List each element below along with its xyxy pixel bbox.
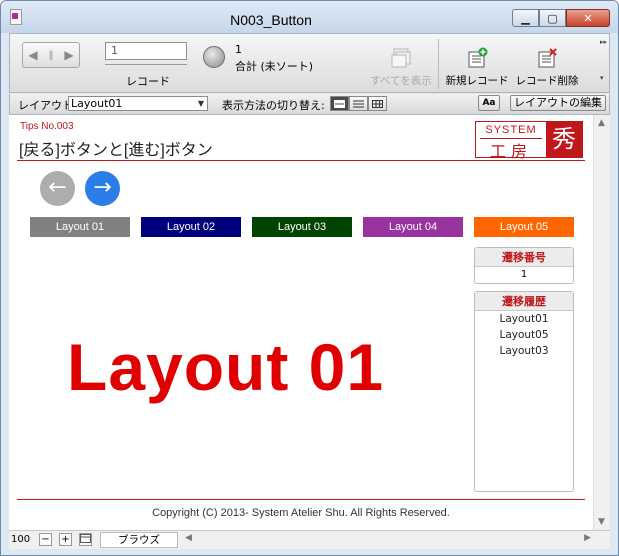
found-count: 1 bbox=[235, 43, 242, 56]
back-button[interactable]: ← bbox=[40, 171, 75, 206]
forward-arrow-icon: → bbox=[93, 175, 112, 200]
layout-02-button[interactable]: Layout 02 bbox=[141, 217, 241, 237]
table-view-button[interactable] bbox=[368, 96, 387, 111]
text-formatting-button[interactable]: Aa bbox=[478, 95, 500, 111]
list-view-icon bbox=[353, 100, 364, 107]
scroll-down-icon[interactable]: ▼ bbox=[598, 517, 605, 527]
scroll-left-icon[interactable]: ◀ bbox=[185, 533, 192, 543]
book-spine-icon: ‖ bbox=[48, 49, 54, 61]
record-label: レコード bbox=[126, 75, 170, 88]
page-title: [戻る]ボタンと[進む]ボタン bbox=[19, 142, 213, 159]
status-bar: 100 − + ブラウズ ◀ ▶ bbox=[9, 530, 610, 549]
list-view-button[interactable] bbox=[349, 96, 368, 111]
toolbar-separator bbox=[438, 39, 439, 89]
layout-03-button[interactable]: Layout 03 bbox=[252, 217, 352, 237]
history-item: Layout05 bbox=[499, 329, 549, 341]
back-arrow-icon: ← bbox=[48, 175, 67, 200]
current-record-input[interactable]: 1 bbox=[105, 42, 187, 60]
toggle-toolbar-button[interactable] bbox=[79, 533, 92, 546]
sort-status: 合計 (未ソート) bbox=[235, 60, 314, 73]
transition-number-header: 遷移番号 bbox=[475, 248, 573, 267]
logo-seal: 秀 bbox=[546, 122, 582, 157]
previous-record-icon[interactable]: ◀ bbox=[28, 48, 37, 62]
delete-record-label: レコード削除 bbox=[515, 75, 579, 87]
toolbar-scroll-arrows[interactable]: ▸▸ ▾ bbox=[600, 36, 608, 84]
transition-number-value: 1 bbox=[520, 269, 528, 280]
layout-bar: レイアウト: Layout01 表示方法の切り替え: Aa レイアウトの編集 bbox=[9, 94, 610, 115]
table-view-icon bbox=[372, 99, 383, 108]
status-toolbar: ◀ ‖ ▶ 1 レコード 1 合計 (未ソート) すべてを表示 新規レコード レ… bbox=[9, 33, 610, 93]
new-record-icon bbox=[466, 47, 488, 69]
zoom-level[interactable]: 100 bbox=[11, 534, 30, 545]
app-window: N003_Button ▁ ▢ ✕ ◀ ‖ ▶ 1 レコード 1 合計 (未ソー… bbox=[0, 0, 619, 556]
form-view-button[interactable] bbox=[330, 96, 349, 111]
new-record-button[interactable]: 新規レコード bbox=[444, 47, 510, 88]
minimize-button[interactable]: ▁ bbox=[512, 9, 539, 27]
layout-select[interactable]: Layout01 bbox=[68, 96, 208, 111]
layout-01-button[interactable]: Layout 01 bbox=[30, 217, 130, 237]
current-layout-label: Layout 01 bbox=[67, 330, 385, 404]
forward-button[interactable]: → bbox=[85, 171, 120, 206]
form-view-icon bbox=[334, 99, 345, 108]
toolbar-toggle-icon bbox=[80, 534, 91, 543]
vertical-scrollbar[interactable]: ▲ ▼ bbox=[593, 115, 610, 530]
close-button[interactable]: ✕ bbox=[566, 9, 610, 27]
system-atelier-logo: SYSTEM 工房 秀 bbox=[475, 121, 583, 161]
edit-layout-button[interactable]: レイアウトの編集 bbox=[510, 95, 606, 111]
transition-history-header: 遷移履歴 bbox=[475, 292, 573, 311]
record-slider[interactable] bbox=[105, 64, 187, 67]
layout-05-button[interactable]: Layout 05 bbox=[474, 217, 574, 237]
transition-history-panel: 遷移履歴 Layout01 Layout05 Layout03 bbox=[474, 291, 574, 492]
logo-system-text: SYSTEM bbox=[485, 124, 537, 136]
next-record-icon[interactable]: ▶ bbox=[64, 48, 73, 62]
show-all-button[interactable]: すべてを表示 bbox=[368, 47, 434, 88]
delete-record-button[interactable]: レコード削除 bbox=[512, 47, 582, 88]
tips-number: Tips No.003 bbox=[20, 121, 74, 132]
delete-record-icon bbox=[536, 47, 558, 69]
scroll-up-icon[interactable]: ▲ bbox=[598, 118, 605, 128]
show-all-label: すべてを表示 bbox=[370, 75, 432, 87]
history-item: Layout01 bbox=[499, 313, 549, 325]
record-navigation-book[interactable]: ◀ ‖ ▶ bbox=[22, 42, 80, 68]
history-item: Layout03 bbox=[499, 345, 549, 357]
new-record-label: 新規レコード bbox=[445, 75, 509, 87]
found-set-pie-icon[interactable] bbox=[203, 46, 225, 68]
layout-content: Tips No.003 [戻る]ボタンと[進む]ボタン SYSTEM 工房 秀 … bbox=[9, 115, 593, 530]
window-controls: ▁ ▢ ✕ bbox=[512, 9, 610, 27]
footer-divider bbox=[17, 499, 585, 500]
copyright-text: Copyright (C) 2013- System Atelier Shu. … bbox=[152, 507, 450, 519]
zoom-out-button[interactable]: − bbox=[39, 533, 52, 546]
title-bar[interactable]: N003_Button ▁ ▢ ✕ bbox=[1, 1, 618, 33]
show-all-icon bbox=[390, 47, 412, 69]
view-as-label: 表示方法の切り替え: bbox=[222, 99, 325, 112]
scroll-right-icon[interactable]: ▶ bbox=[584, 533, 591, 543]
layout-04-button[interactable]: Layout 04 bbox=[363, 217, 463, 237]
logo-kobo-text: 工房 bbox=[489, 142, 532, 161]
view-as-buttons bbox=[330, 96, 387, 111]
window-title: N003_Button bbox=[230, 12, 312, 28]
maximize-button[interactable]: ▢ bbox=[539, 9, 566, 27]
transition-number-panel: 遷移番号 1 bbox=[474, 247, 574, 284]
zoom-in-button[interactable]: + bbox=[59, 533, 72, 546]
horizontal-scrollbar[interactable]: ◀ ▶ bbox=[181, 531, 591, 549]
mode-popup[interactable]: ブラウズ bbox=[100, 532, 178, 548]
